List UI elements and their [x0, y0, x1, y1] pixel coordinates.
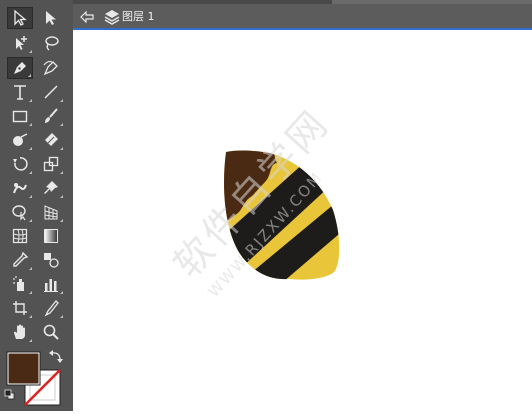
pen-plus-icon [16, 36, 27, 50]
spray-can-icon [13, 276, 24, 291]
eyedropper-icon [13, 251, 29, 267]
warp-tool-button[interactable] [7, 177, 33, 199]
pen-tool-button[interactable] [7, 57, 33, 79]
back-arrow-icon [80, 11, 94, 23]
curvature-pen-icon [43, 60, 58, 76]
eraser-tool-button[interactable] [38, 129, 64, 151]
rotate-icon [13, 157, 28, 171]
warp-hand-icon [13, 183, 27, 194]
blend-shapes-icon [44, 253, 59, 268]
shape-builder-tool-button[interactable] [7, 201, 33, 223]
artboard-icon [13, 301, 27, 315]
lasso-tool-button[interactable] [38, 32, 64, 54]
slice-knife-icon [44, 300, 59, 317]
column-graph-tool-button[interactable] [38, 273, 64, 295]
direct-selection-arrow-icon [46, 11, 56, 25]
shape-builder-icon [12, 205, 26, 221]
eraser-icon [45, 133, 58, 146]
shaper-tool-button[interactable] [7, 129, 33, 151]
swap-colors-icon[interactable] [49, 350, 63, 363]
scale-icon [43, 156, 59, 172]
line-tool-button[interactable] [38, 81, 64, 103]
document-tab-bar: 图层 1 [73, 0, 532, 30]
zoom-tool-button[interactable] [38, 321, 64, 343]
shaper-icon [13, 133, 28, 146]
fill-swatch[interactable] [6, 351, 41, 386]
paintbrush-icon [45, 108, 58, 123]
line-segment-icon [44, 85, 58, 99]
rotate-tool-button[interactable] [7, 153, 33, 175]
lasso-icon [45, 36, 59, 51]
slice-tool-button[interactable] [38, 297, 64, 319]
artboard-canvas[interactable]: 软件自学网 WWW.RJZXW.COM [73, 30, 532, 411]
artboard-tool-button[interactable] [7, 297, 33, 319]
hand-icon [14, 324, 25, 339]
tools-panel [0, 0, 73, 411]
hand-tool-button[interactable] [7, 321, 33, 343]
scale-tool-button[interactable] [38, 153, 64, 175]
perspective-grid-icon [44, 205, 58, 220]
bar-graph-icon [44, 279, 58, 292]
blend-tool-button[interactable] [38, 249, 64, 271]
gradient-swatch-icon [44, 229, 58, 243]
selection-arrow-icon [14, 9, 27, 26]
rectangle-icon [12, 110, 28, 123]
bee-artwork[interactable]: 软件自学网 WWW.RJZXW.COM [73, 30, 532, 411]
gradient-tool-button[interactable] [38, 225, 64, 247]
type-tool-button[interactable] [7, 81, 33, 103]
layer-name-label[interactable]: 图层 1 [122, 9, 155, 25]
curvature-tool-button[interactable] [38, 57, 64, 79]
mesh-grid-icon [12, 228, 28, 244]
puppet-warp-tool-button[interactable] [38, 177, 64, 199]
pushpin-icon [44, 181, 58, 194]
perspective-grid-tool-button[interactable] [38, 201, 64, 223]
tab-strip-highlight [332, 0, 532, 4]
direct-selection-tool-button[interactable] [38, 7, 64, 29]
layers-icon [104, 10, 120, 25]
pen-nib-icon [14, 62, 26, 74]
anchor-add-tool-button[interactable] [7, 32, 33, 54]
mesh-tool-button[interactable] [7, 225, 33, 247]
eyedropper-tool-button[interactable] [7, 249, 33, 271]
type-t-icon [14, 85, 26, 100]
rectangle-tool-button[interactable] [7, 105, 33, 127]
magnifier-icon [43, 324, 59, 340]
symbol-sprayer-tool-button[interactable] [7, 273, 33, 295]
back-button[interactable] [79, 9, 95, 25]
selection-tool-button[interactable] [7, 7, 33, 29]
color-swatches [0, 348, 73, 411]
default-colors-icon[interactable] [4, 389, 15, 400]
paintbrush-tool-button[interactable] [38, 105, 64, 127]
